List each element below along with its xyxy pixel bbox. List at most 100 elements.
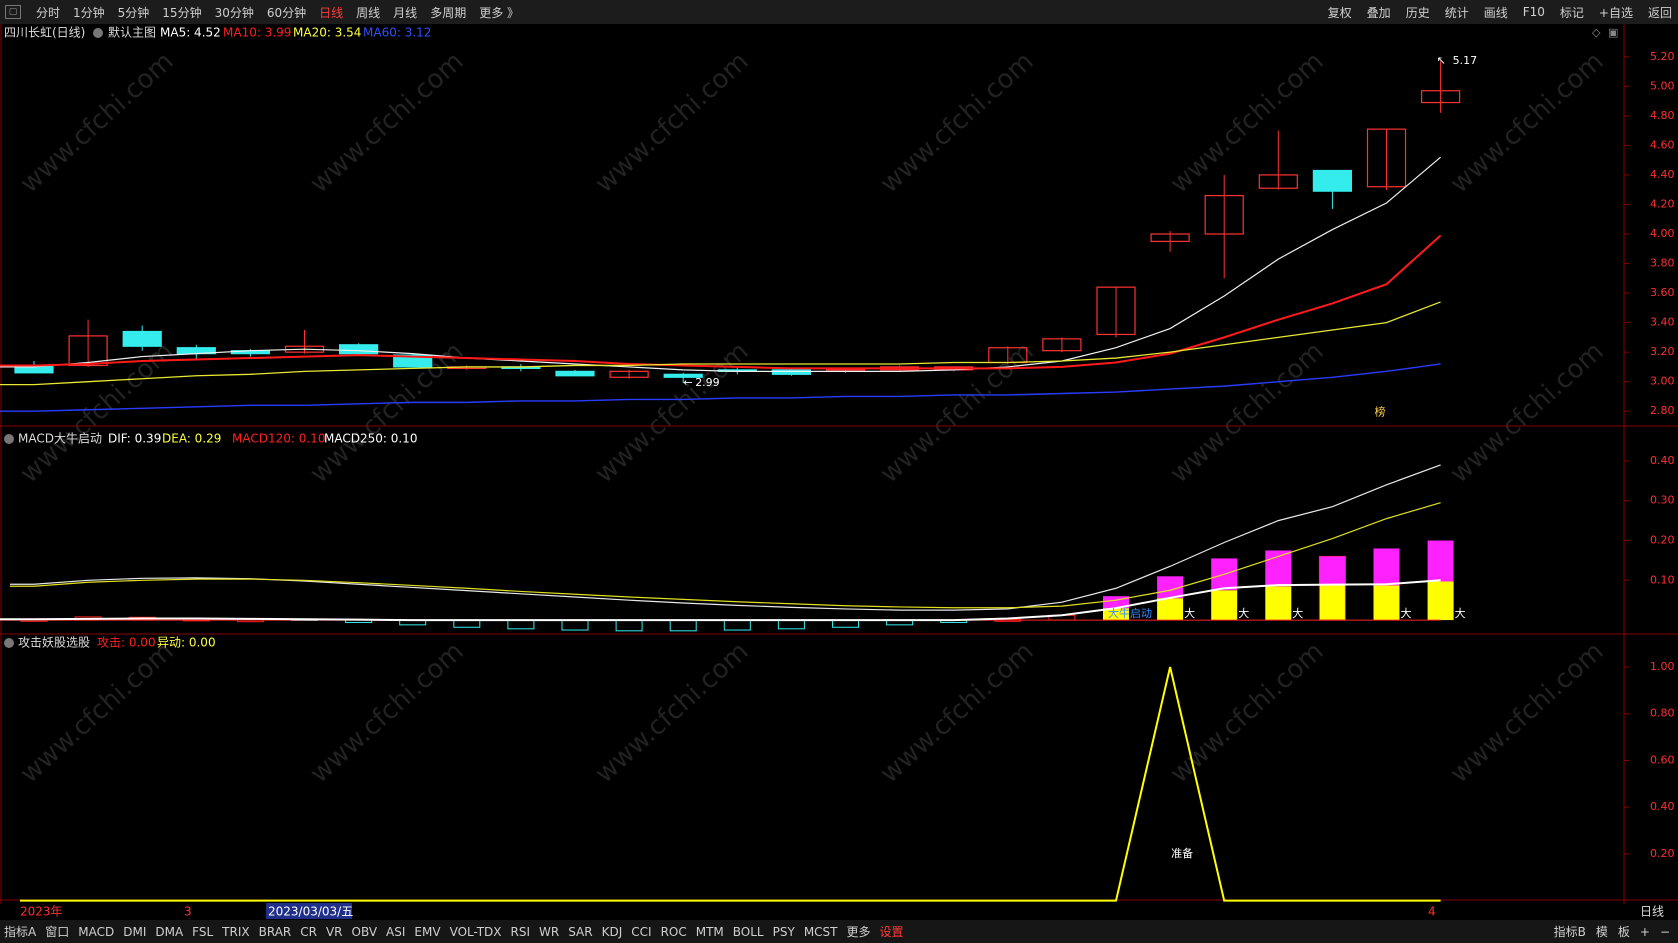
indicator-tab[interactable]: 设置 [880,923,904,940]
toolbar-button[interactable]: F10 [1523,5,1545,19]
indicator-right-item[interactable]: 指标B [1554,923,1586,940]
chart-area[interactable]: www.cfchi.com www.cfchi.com www.cfchi.com w… [0,24,1678,920]
axis-tick-label: 0.80 [1650,707,1675,720]
axis-tick-label: 3.40 [1650,316,1675,329]
indicator-tab[interactable]: VR [326,925,343,939]
indicator-tab[interactable]: 更多 [847,923,871,940]
indicator-tab[interactable]: DMI [123,925,146,939]
axis-tick-label: 3.60 [1650,286,1675,299]
watermark-text: www.cfchi.com [590,636,755,789]
grid-layer [0,24,1678,904]
watermark-text: www.cfchi.com [15,636,180,789]
macd-bar [561,619,589,631]
axis-tick-label: 4.40 [1650,168,1675,181]
window-icon[interactable]: ▢ [5,5,21,19]
stock-title: 四川长虹(日线) [4,26,85,40]
indicator-tab[interactable]: WR [539,925,559,939]
macd-bar-upper [1319,556,1346,586]
indicator-tab[interactable]: 指标A [4,923,36,940]
attack-signal-label: 准备 [1171,846,1193,860]
indicator-tabs: 指标A 窗口 MACD DMI DMA FSL TRIX BRAR CR VR OBV ASI EMV V… [4,920,904,943]
toolbar-button[interactable]: 复权 [1328,4,1352,21]
indicator-tab[interactable]: EMV [414,925,440,939]
indicator-tab[interactable]: TRIX [222,925,249,939]
indicator-right-item[interactable]: − [1660,925,1670,939]
indicator-tab[interactable]: DMA [155,925,183,939]
indicator-tab[interactable]: RSI [511,925,531,939]
axis-tick-label: 3.80 [1650,257,1675,270]
indicator-tab[interactable]: OBV [352,925,378,939]
indicator-tab[interactable]: SAR [568,925,592,939]
attack-title: 攻击妖股选股 [18,636,90,650]
macd-bar [832,619,859,628]
tab-timeframe[interactable]: 60分钟 [267,4,306,21]
indicator-tab[interactable]: ASI [386,925,405,939]
ma-legend-item: MA10: 3.99 [223,26,291,40]
indicator-tab[interactable]: BRAR [259,925,292,939]
watermark-text: www.cfchi.com [1445,46,1610,199]
indicator-tab[interactable]: ROC [661,925,687,939]
macd-legend-item: MACD120: 0.10 [232,432,325,446]
axis-tick-label: 4.80 [1650,109,1675,122]
axis-tick-label: 5.20 [1650,50,1675,63]
indicator-tab[interactable]: PSY [773,925,795,939]
macd-bar [669,619,697,632]
tab-timeframe[interactable]: 周线 [356,4,380,21]
indicator-tab[interactable]: VOL-TDX [450,925,502,939]
tab-timeframe[interactable]: 日线 [319,4,343,21]
macd-legend-item: DEA: 0.29 [162,432,221,446]
toolbar-button[interactable]: 返回 [1648,4,1672,21]
attack-panel: 准备 [20,666,1441,902]
toolbar-button[interactable]: 画线 [1484,4,1508,21]
tab-timeframe[interactable]: 1分钟 [73,4,105,21]
tab-timeframe[interactable]: 月线 [393,4,417,21]
toolbar-button[interactable]: +自选 [1599,4,1633,21]
tab-timeframe[interactable]: 多周期 [430,4,466,21]
indicator-tab[interactable]: FSL [192,925,213,939]
tab-timeframe[interactable]: 更多 》 [479,4,519,21]
macd-bar-upper [1427,540,1454,582]
top-toolbar: ▢ 分时 1分钟 5分钟 15分钟 30分钟 60分钟 日线 周线 月线 多周期 更多 》 复权 叠加… [0,0,1678,24]
indicator-tab[interactable]: CR [300,925,317,939]
candle-body [555,370,595,377]
macd-bar-lower [1211,590,1238,621]
year-label: 2023年 [20,905,63,919]
toolbar-button[interactable]: 历史 [1406,4,1430,21]
chevron-down-icon[interactable] [4,434,14,444]
axis-tick-label: 0.40 [1650,454,1675,467]
indicator-tab[interactable]: MTM [696,925,724,939]
tab-timeframe[interactable]: 30分钟 [215,4,254,21]
indicator-tab[interactable]: 窗口 [45,923,69,940]
attack-legend-item: 异动: 0.00 [157,636,216,650]
tab-timeframe[interactable]: 分时 [36,4,60,21]
diamond-icon[interactable]: ◇ [1592,26,1601,39]
axis-tick-label: 4.20 [1650,197,1675,210]
indicator-tab[interactable]: MACD [78,925,114,939]
template-label[interactable]: 默认主图 [108,25,156,40]
chevron-down-icon[interactable] [93,28,103,38]
indicator-right-item[interactable]: 板 [1618,923,1630,940]
watermark-text: www.cfchi.com [1165,46,1330,199]
tab-timeframe[interactable]: 15分钟 [162,4,201,21]
watermark-text: www.cfchi.com [305,46,470,199]
chevron-down-icon[interactable] [4,638,14,648]
indicator-right-item[interactable]: + [1640,925,1650,939]
indicator-tab[interactable]: BOLL [733,925,764,939]
macd-bar [723,619,751,631]
toolbar-button[interactable]: 标记 [1560,4,1584,21]
tab-timeframe[interactable]: 5分钟 [118,4,150,21]
ma-legend: MA5: 4.52 MA10: 3.99 MA20: 3.54 MA60: 3.12 [160,26,431,40]
indicator-tab[interactable]: KDJ [602,925,623,939]
toolbar-button[interactable]: 叠加 [1367,4,1391,21]
indicator-right-item[interactable]: 模 [1596,923,1608,940]
watermark-text: www.cfchi.com [875,336,1040,489]
ranking-label: 榜 [1375,405,1386,419]
window-restore-icon[interactable]: ▣ [1608,26,1618,39]
indicator-tab[interactable]: CCI [631,925,651,939]
watermark-text: www.cfchi.com [1445,336,1610,489]
indicator-tab[interactable]: MCST [804,925,838,939]
watermark-text: www.cfchi.com [875,636,1040,789]
toolbar-button[interactable]: 统计 [1445,4,1469,21]
ma-legend-item: MA5: 4.52 [160,26,221,40]
macd-panel: 大牛启动 大 大 大 大 大 [0,464,1466,632]
